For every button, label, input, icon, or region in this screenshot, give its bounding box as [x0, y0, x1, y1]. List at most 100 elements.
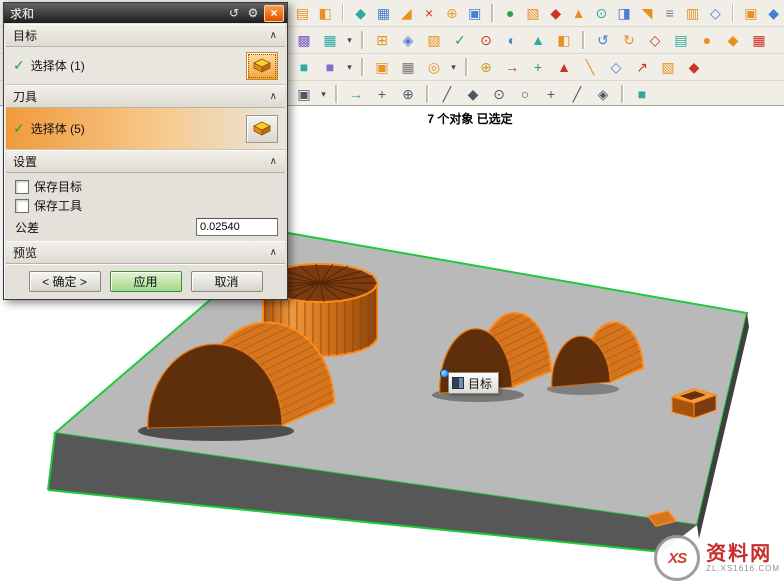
toolbar-icon[interactable]: →	[500, 55, 524, 79]
toolbar-icon[interactable]: ▲	[552, 55, 576, 79]
dropdown-arrow-icon[interactable]: ▾	[344, 35, 355, 46]
reset-icon[interactable]: ↺	[226, 6, 242, 21]
settings-body: 保存目标 保存工具 公差	[6, 173, 285, 241]
toolbar-icon[interactable]: ▧	[656, 55, 680, 79]
toolbar-icon[interactable]: ≡	[659, 1, 680, 25]
watermark-logo: XS	[654, 535, 700, 581]
toolbar-icon[interactable]: ◥	[637, 1, 658, 25]
toolbar-icon[interactable]: ◈	[396, 28, 420, 52]
tool-select-row[interactable]: ✓ 选择体 (5)	[6, 108, 285, 150]
toolbar-icon[interactable]: ◐	[500, 28, 524, 52]
toolbar-icon[interactable]: ○	[513, 82, 537, 106]
toolbar-divider	[491, 4, 494, 22]
toolbar-icon[interactable]: ■	[292, 55, 316, 79]
dropdown-arrow-icon[interactable]: ▾	[448, 62, 459, 73]
save-tool-row[interactable]: 保存工具	[6, 196, 285, 215]
save-tool-label: 保存工具	[34, 197, 82, 214]
toolbar-icon[interactable]: ⊙	[474, 28, 498, 52]
toolbar-icon[interactable]: ⊕	[441, 1, 462, 25]
save-target-row[interactable]: 保存目标	[6, 177, 285, 196]
section-settings-header[interactable]: 设置 ∧	[6, 150, 285, 173]
toolbar-icon[interactable]: ⊕	[396, 82, 420, 106]
toolbar-icon[interactable]: ✓	[448, 28, 472, 52]
toolbar-divider	[335, 85, 338, 103]
toolbar-icon[interactable]: ◇	[705, 1, 726, 25]
toolbar-icon[interactable]: +	[370, 82, 394, 106]
toolbar-icon[interactable]: ▥	[682, 1, 703, 25]
tool-select-body-button[interactable]	[246, 115, 278, 143]
gear-icon[interactable]: ⚙	[245, 6, 261, 21]
tolerance-input[interactable]	[196, 218, 278, 236]
toolbar-icon[interactable]: →	[344, 82, 368, 106]
cancel-button[interactable]: 取消	[191, 271, 263, 292]
toolbar-icon[interactable]: ↺	[591, 28, 615, 52]
target-select-row[interactable]: ✓ 选择体 (1)	[6, 47, 285, 85]
close-icon[interactable]: ×	[264, 5, 284, 22]
toolbar-icon[interactable]: ◈	[591, 82, 615, 106]
section-target-header[interactable]: 目标 ∧	[6, 24, 285, 47]
chevron-up-icon: ∧	[270, 91, 277, 102]
toolbar-icon[interactable]: ╱	[565, 82, 589, 106]
section-preview-header[interactable]: 预览 ∧	[6, 241, 285, 264]
toolbar-icon[interactable]: ▣	[370, 55, 394, 79]
toolbar-icon[interactable]: ▨	[422, 28, 446, 52]
toolbar-icon[interactable]: ╲	[578, 55, 602, 79]
toolbar-icon[interactable]: ↗	[630, 55, 654, 79]
toolbar-icon[interactable]: ◎	[422, 55, 446, 79]
ok-button[interactable]: < 确定 >	[29, 271, 101, 292]
toolbar-icon[interactable]: ▣	[464, 1, 485, 25]
toolbar-icon[interactable]: ▲	[568, 1, 589, 25]
toolbar-icon[interactable]: ◆	[545, 1, 566, 25]
toolbar-divider	[621, 85, 624, 103]
toolbar-icon[interactable]: ▤	[292, 1, 313, 25]
toolbar-icon[interactable]: ╱	[435, 82, 459, 106]
toolbar-icon[interactable]: +	[526, 55, 550, 79]
toolbar-icon[interactable]: ⊕	[474, 55, 498, 79]
dropdown-arrow-icon[interactable]: ▾	[318, 89, 329, 100]
dialog-titlebar[interactable]: 求和 ↺ ⚙ ×	[4, 3, 287, 23]
toolbar-icon[interactable]: ×	[419, 1, 440, 25]
toolbar-icon[interactable]: ▦	[373, 1, 394, 25]
toolbar-icon[interactable]: ■	[318, 55, 342, 79]
toolbar-icon[interactable]: ▣	[292, 82, 316, 106]
toolbar-icon[interactable]: ▣	[740, 1, 761, 25]
toolbar-icon[interactable]: ◢	[396, 1, 417, 25]
toolbar-icon[interactable]: ⊙	[487, 82, 511, 106]
toolbar-icon[interactable]: ⊞	[370, 28, 394, 52]
apply-button[interactable]: 应用	[110, 271, 182, 292]
toolbar-icon[interactable]: ◇	[643, 28, 667, 52]
toolbar-icon[interactable]: ↻	[617, 28, 641, 52]
toolbar-divider	[361, 58, 364, 76]
unite-dialog: 求和 ↺ ⚙ × 目标 ∧ ✓ 选择体 (1)	[3, 2, 288, 300]
toolbar-icon[interactable]: ◧	[315, 1, 336, 25]
toolbar-icon[interactable]: ■	[630, 82, 654, 106]
toolbar-icon[interactable]: ◨	[614, 1, 635, 25]
toolbar-icon[interactable]: ⊙	[591, 1, 612, 25]
toolbar-icon[interactable]: ◇	[604, 55, 628, 79]
toolbar-icon[interactable]: ●	[500, 1, 521, 25]
toolbar-icon[interactable]: ▩	[292, 28, 316, 52]
toolbar-icon[interactable]: ▦	[318, 28, 342, 52]
toolbar-icon[interactable]: ▤	[669, 28, 693, 52]
dropdown-arrow-icon[interactable]: ▾	[344, 62, 355, 73]
toolbar-icon[interactable]: ▲	[526, 28, 550, 52]
toolbar-icon[interactable]: ◧	[552, 28, 576, 52]
target-select-body-button[interactable]	[246, 52, 278, 80]
toolbar-icon[interactable]: +	[539, 82, 563, 106]
toolbar-divider	[732, 4, 735, 22]
toolbar-icon[interactable]: ▧	[523, 1, 544, 25]
toolbar-icon[interactable]: ▦	[396, 55, 420, 79]
toolbar-icon[interactable]: ◆	[682, 55, 706, 79]
dialog-body: 目标 ∧ ✓ 选择体 (1) 刀具 ∧ ✓	[4, 23, 287, 299]
toolbar-icon[interactable]: ◆	[721, 28, 745, 52]
toolbar-icon[interactable]: ◆	[763, 1, 784, 25]
save-target-checkbox[interactable]	[15, 180, 29, 194]
toolbar-icon[interactable]: ◆	[461, 82, 485, 106]
section-tool-header[interactable]: 刀具 ∧	[6, 85, 285, 108]
toolbar-icon[interactable]: ●	[695, 28, 719, 52]
save-tool-checkbox[interactable]	[15, 199, 29, 213]
toolbar-divider	[465, 58, 468, 76]
toolbar-icon[interactable]: ◆	[350, 1, 371, 25]
toolbar-icon[interactable]: ▦	[747, 28, 771, 52]
section-settings-label: 设置	[13, 153, 37, 170]
